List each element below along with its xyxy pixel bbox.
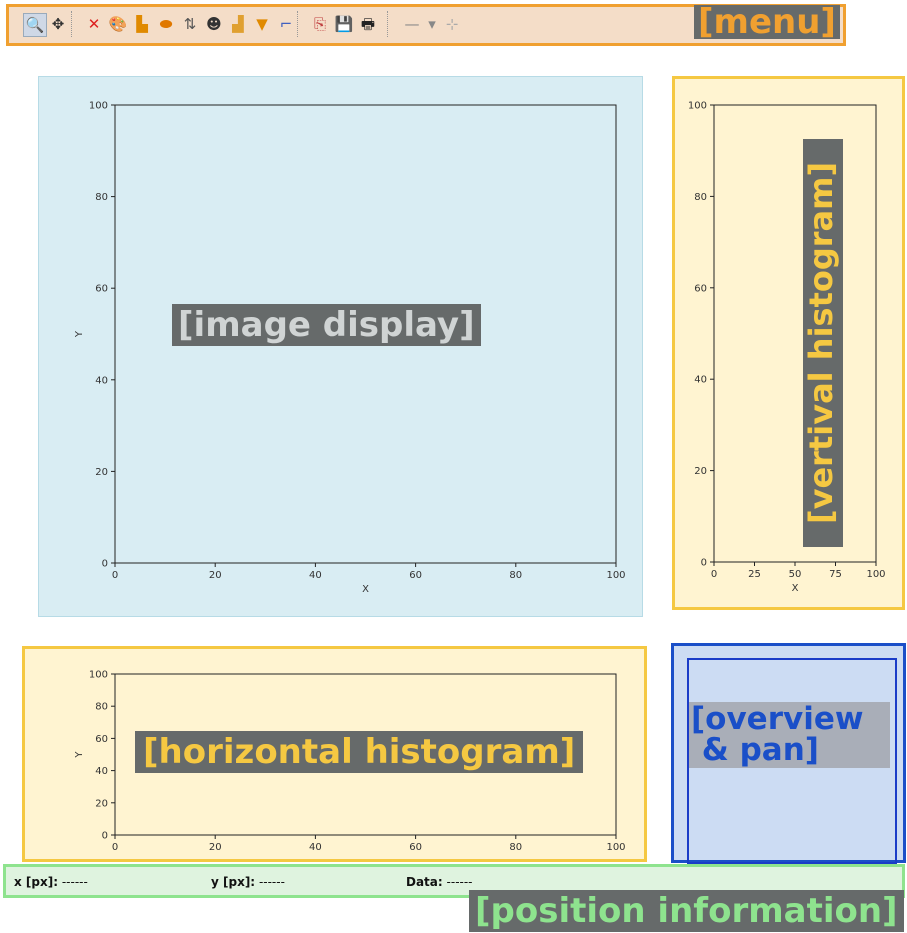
vhist-y-tick-label: 100: [688, 101, 707, 112]
toolbar: 🔍 ✥ ✕ 🎨 ▙ ⬬ ⇅ ☻ ▟ ▼ ⌐ ⎘ 💾 🖶 — ▾ ⊹ [menu]: [6, 4, 846, 46]
image-x-tick-label: 20: [209, 570, 222, 581]
dropdown-icon[interactable]: ▾: [421, 13, 443, 35]
image-y-tick-label: 60: [95, 284, 108, 295]
hhist-x-tick-label: 40: [309, 842, 322, 853]
axes-xy-icon[interactable]: ⌐: [275, 13, 297, 35]
mask-icon[interactable]: ⬬: [155, 13, 177, 35]
copy-icon[interactable]: ⎘: [309, 13, 331, 35]
hhist-y-axis-label: Y: [74, 751, 85, 759]
mask-face-icon[interactable]: ☻: [203, 13, 225, 35]
y-position-value: ------: [258, 875, 285, 889]
toolbar-separator: [297, 11, 298, 37]
image-y-tick-label: 100: [89, 101, 108, 112]
toolbar-separator: [387, 11, 388, 37]
vhist-x-tick-label: 25: [748, 569, 761, 580]
image-y-tick-label: 0: [102, 559, 108, 570]
hhist-y-tick-label: 60: [95, 734, 108, 745]
image-display-annotation: [image display]: [172, 304, 481, 346]
image-x-tick-label: 60: [409, 570, 422, 581]
vhist-axes-frame: [713, 104, 877, 563]
horizontal-histogram-panel[interactable]: 0 20 40 60 80 100 0 20 40 60 80 100 Y [horizontal hi…: [22, 646, 647, 862]
overview-annotation-line2: & pan]: [691, 732, 819, 768]
image-y-tick-label: 80: [95, 192, 108, 203]
hhist-x-tick-label: 100: [606, 842, 625, 853]
data-value-label: Data:: [406, 875, 443, 889]
hhist-x-tick-label: 80: [509, 842, 522, 853]
reset-zoom-icon[interactable]: ✕: [83, 13, 105, 35]
data-value: Data: ------: [406, 875, 473, 889]
vertical-histogram-panel[interactable]: 0 25 50 75 100 0 20 40 60 80 100 X [vertival histog…: [672, 76, 905, 610]
pan-icon[interactable]: ✥: [47, 13, 69, 35]
image-x-tick-label: 80: [509, 570, 522, 581]
menu-annotation: [menu]: [694, 5, 840, 39]
hhist-y-tick-label: 100: [89, 670, 108, 681]
overview-annotation-line1: [overview: [691, 701, 864, 737]
data-value-text: ------: [446, 875, 473, 889]
vertical-histogram-annotation: [vertival histogram]: [802, 139, 843, 547]
image-x-axis-label: X: [362, 584, 369, 595]
overview-annotation: [overview & pan]: [689, 702, 890, 768]
overview-pan-panel[interactable]: [overview & pan]: [671, 643, 906, 864]
y-position-label: y [px]:: [211, 875, 256, 889]
colormap-icon[interactable]: 🎨: [107, 13, 129, 35]
hhist-x-tick-label: 20: [209, 842, 222, 853]
image-plot[interactable]: 0 20 40 60 80 100 0 20 40 60 80 100 X Y: [39, 77, 644, 618]
hhist-y-tick-label: 80: [95, 702, 108, 713]
vhist-y-tick-label: 40: [694, 375, 707, 386]
hhist-y-tick-label: 40: [95, 766, 108, 777]
y-position: y [px]: ------: [211, 875, 285, 889]
hhist-x-tick-label: 60: [409, 842, 422, 853]
vhist-x-tick-label: 75: [829, 569, 842, 580]
line-style-icon[interactable]: —: [401, 13, 423, 35]
image-display-panel[interactable]: 0 20 40 60 80 100 0 20 40 60 80 100 X Y [image displa…: [38, 76, 643, 617]
hhist-y-tick-label: 0: [102, 831, 108, 842]
image-y-tick-label: 20: [95, 467, 108, 478]
vhist-x-tick-label: 0: [711, 569, 717, 580]
zoom-icon[interactable]: 🔍: [23, 13, 47, 37]
image-x-tick-label: 0: [112, 570, 118, 581]
horizontal-histogram-annotation: [horizontal histogram]: [135, 731, 584, 773]
marker-icon[interactable]: ⊹: [441, 13, 463, 35]
vhist-x-tick-label: 50: [789, 569, 802, 580]
flip-y-icon[interactable]: ⇅: [179, 13, 201, 35]
toolbar-separator: [71, 11, 72, 37]
x-position-label: x [px]:: [14, 875, 59, 889]
hhist-x-tick-label: 0: [112, 842, 118, 853]
print-icon[interactable]: 🖶: [357, 13, 379, 35]
image-y-tick-label: 40: [95, 375, 108, 386]
hhist-y-tick-label: 20: [95, 798, 108, 809]
vertical-histogram-plot[interactable]: 0 25 50 75 100 0 20 40 60 80 100 X: [675, 79, 902, 607]
save-icon[interactable]: 💾: [333, 13, 355, 35]
vhist-x-axis-label: X: [792, 583, 799, 594]
x-position-value: ------: [61, 875, 88, 889]
vhist-y-tick-label: 60: [694, 283, 707, 294]
vhist-y-tick-label: 0: [701, 558, 707, 569]
image-x-tick-label: 100: [606, 570, 625, 581]
x-position: x [px]: ------: [14, 875, 88, 889]
vhist-x-tick-label: 100: [866, 569, 885, 580]
position-information-annotation: [position information]: [469, 890, 904, 932]
vhist-y-tick-label: 20: [694, 466, 707, 477]
image-x-tick-label: 40: [309, 570, 322, 581]
image-y-axis-label: Y: [74, 330, 85, 338]
axes-icon[interactable]: ▟: [227, 13, 249, 35]
histogram-icon[interactable]: ▙: [131, 13, 153, 35]
vhist-y-tick-label: 80: [694, 192, 707, 203]
filter-icon[interactable]: ▼: [251, 13, 273, 35]
